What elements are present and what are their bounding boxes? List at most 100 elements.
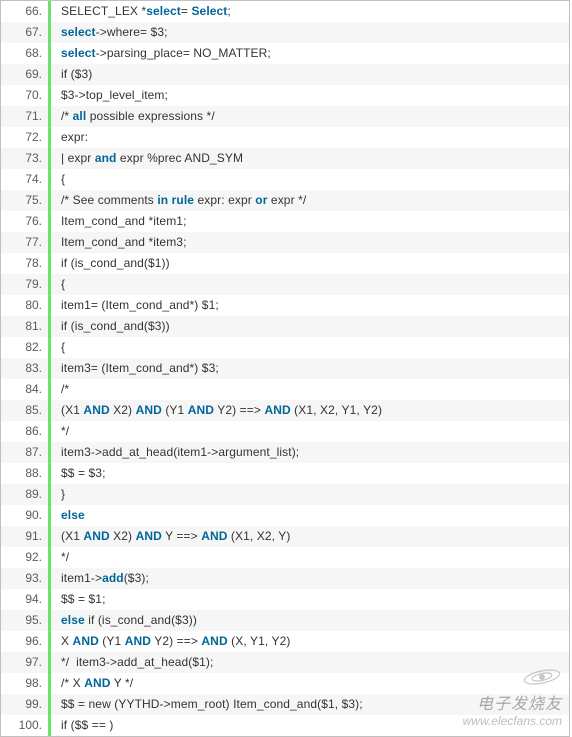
code-text: select->parsing_place= NO_MATTER; xyxy=(51,43,271,64)
code-text: /* X AND Y */ xyxy=(51,673,133,694)
line-number: 83. xyxy=(1,358,48,379)
code-line: 95.else if (is_cond_and($3)) xyxy=(1,610,569,631)
code-line: 76.Item_cond_and *item1; xyxy=(1,211,569,232)
line-number: 78. xyxy=(1,253,48,274)
line-number: 99. xyxy=(1,694,48,715)
code-text: /* See comments in rule expr: expr or ex… xyxy=(51,190,306,211)
code-line: 78.if (is_cond_and($1)) xyxy=(1,253,569,274)
code-line: 82.{ xyxy=(1,337,569,358)
line-number: 77. xyxy=(1,232,48,253)
line-number: 68. xyxy=(1,43,48,64)
code-line: 91.(X1 AND X2) AND Y ==> AND (X1, X2, Y) xyxy=(1,526,569,547)
code-text: /* xyxy=(51,379,69,400)
code-line: 97.*/ item3->add_at_head($1); xyxy=(1,652,569,673)
line-number: 75. xyxy=(1,190,48,211)
line-number: 94. xyxy=(1,589,48,610)
code-line: 77.Item_cond_and *item3; xyxy=(1,232,569,253)
code-line: 71./* all possible expressions */ xyxy=(1,106,569,127)
line-number: 72. xyxy=(1,127,48,148)
code-text: expr: xyxy=(51,127,88,148)
code-text: $$ = $3; xyxy=(51,463,106,484)
line-number: 85. xyxy=(1,400,48,421)
code-line: 75./* See comments in rule expr: expr or… xyxy=(1,190,569,211)
code-text: /* all possible expressions */ xyxy=(51,106,215,127)
code-line: 96.X AND (Y1 AND Y2) ==> AND (X, Y1, Y2) xyxy=(1,631,569,652)
line-number: 66. xyxy=(1,1,48,22)
line-number: 81. xyxy=(1,316,48,337)
code-text: item1= (Item_cond_and*) $1; xyxy=(51,295,219,316)
code-line: 81.if (is_cond_and($3)) xyxy=(1,316,569,337)
code-line: 73.| expr and expr %prec AND_SYM xyxy=(1,148,569,169)
code-line: 89.} xyxy=(1,484,569,505)
code-text: { xyxy=(51,169,65,190)
code-line: 66.SELECT_LEX *select= Select; xyxy=(1,1,569,22)
line-number: 80. xyxy=(1,295,48,316)
code-block: 66.SELECT_LEX *select= Select;67.select-… xyxy=(0,0,570,737)
line-number: 96. xyxy=(1,631,48,652)
code-line: 79.{ xyxy=(1,274,569,295)
code-line: 94.$$ = $1; xyxy=(1,589,569,610)
code-line: 72.expr: xyxy=(1,127,569,148)
line-number: 100. xyxy=(1,715,48,736)
code-line: 88.$$ = $3; xyxy=(1,463,569,484)
line-number: 79. xyxy=(1,274,48,295)
code-text: $3->top_level_item; xyxy=(51,85,168,106)
code-text: if ($$ == ) xyxy=(51,715,113,736)
code-text: } xyxy=(51,484,65,505)
line-number: 89. xyxy=(1,484,48,505)
code-line: 69.if ($3) xyxy=(1,64,569,85)
code-text: SELECT_LEX *select= Select; xyxy=(51,1,231,22)
line-number: 92. xyxy=(1,547,48,568)
code-text: */ xyxy=(51,547,69,568)
code-text: if (is_cond_and($3)) xyxy=(51,316,170,337)
code-line: 85.(X1 AND X2) AND (Y1 AND Y2) ==> AND (… xyxy=(1,400,569,421)
code-line: 74.{ xyxy=(1,169,569,190)
code-line: 68.select->parsing_place= NO_MATTER; xyxy=(1,43,569,64)
code-line: 87.item3->add_at_head(item1->argument_li… xyxy=(1,442,569,463)
code-line: 90.else xyxy=(1,505,569,526)
line-number: 95. xyxy=(1,610,48,631)
line-number: 82. xyxy=(1,337,48,358)
line-number: 74. xyxy=(1,169,48,190)
line-number: 97. xyxy=(1,652,48,673)
line-number: 93. xyxy=(1,568,48,589)
line-number: 98. xyxy=(1,673,48,694)
code-text: X AND (Y1 AND Y2) ==> AND (X, Y1, Y2) xyxy=(51,631,291,652)
code-line: 92.*/ xyxy=(1,547,569,568)
line-number: 71. xyxy=(1,106,48,127)
code-text: item3->add_at_head(item1->argument_list)… xyxy=(51,442,299,463)
line-number: 70. xyxy=(1,85,48,106)
code-text: Item_cond_and *item1; xyxy=(51,211,187,232)
line-number: 67. xyxy=(1,22,48,43)
line-number: 76. xyxy=(1,211,48,232)
code-text: else if (is_cond_and($3)) xyxy=(51,610,197,631)
code-line: 80.item1= (Item_cond_and*) $1; xyxy=(1,295,569,316)
code-text: */ xyxy=(51,421,69,442)
code-text: item3= (Item_cond_and*) $3; xyxy=(51,358,219,379)
line-number: 90. xyxy=(1,505,48,526)
line-number: 73. xyxy=(1,148,48,169)
line-number: 84. xyxy=(1,379,48,400)
line-number: 91. xyxy=(1,526,48,547)
line-number: 88. xyxy=(1,463,48,484)
code-text: */ item3->add_at_head($1); xyxy=(51,652,213,673)
code-line: 98./* X AND Y */ xyxy=(1,673,569,694)
code-line: 70.$3->top_level_item; xyxy=(1,85,569,106)
code-text: else xyxy=(51,505,85,526)
code-line: 67.select->where= $3; xyxy=(1,22,569,43)
code-text: Item_cond_and *item3; xyxy=(51,232,187,253)
line-number: 87. xyxy=(1,442,48,463)
code-text: (X1 AND X2) AND (Y1 AND Y2) ==> AND (X1,… xyxy=(51,400,382,421)
code-text: { xyxy=(51,274,65,295)
line-number: 86. xyxy=(1,421,48,442)
code-line: 99.$$ = new (YYTHD->mem_root) Item_cond_… xyxy=(1,694,569,715)
code-text: if (is_cond_and($1)) xyxy=(51,253,170,274)
code-text: (X1 AND X2) AND Y ==> AND (X1, X2, Y) xyxy=(51,526,291,547)
code-text: item1->add($3); xyxy=(51,568,149,589)
code-text: | expr and expr %prec AND_SYM xyxy=(51,148,243,169)
code-text: { xyxy=(51,337,65,358)
code-line: 83.item3= (Item_cond_and*) $3; xyxy=(1,358,569,379)
code-line: 100.if ($$ == ) xyxy=(1,715,569,736)
code-line: 86.*/ xyxy=(1,421,569,442)
code-text: if ($3) xyxy=(51,64,92,85)
